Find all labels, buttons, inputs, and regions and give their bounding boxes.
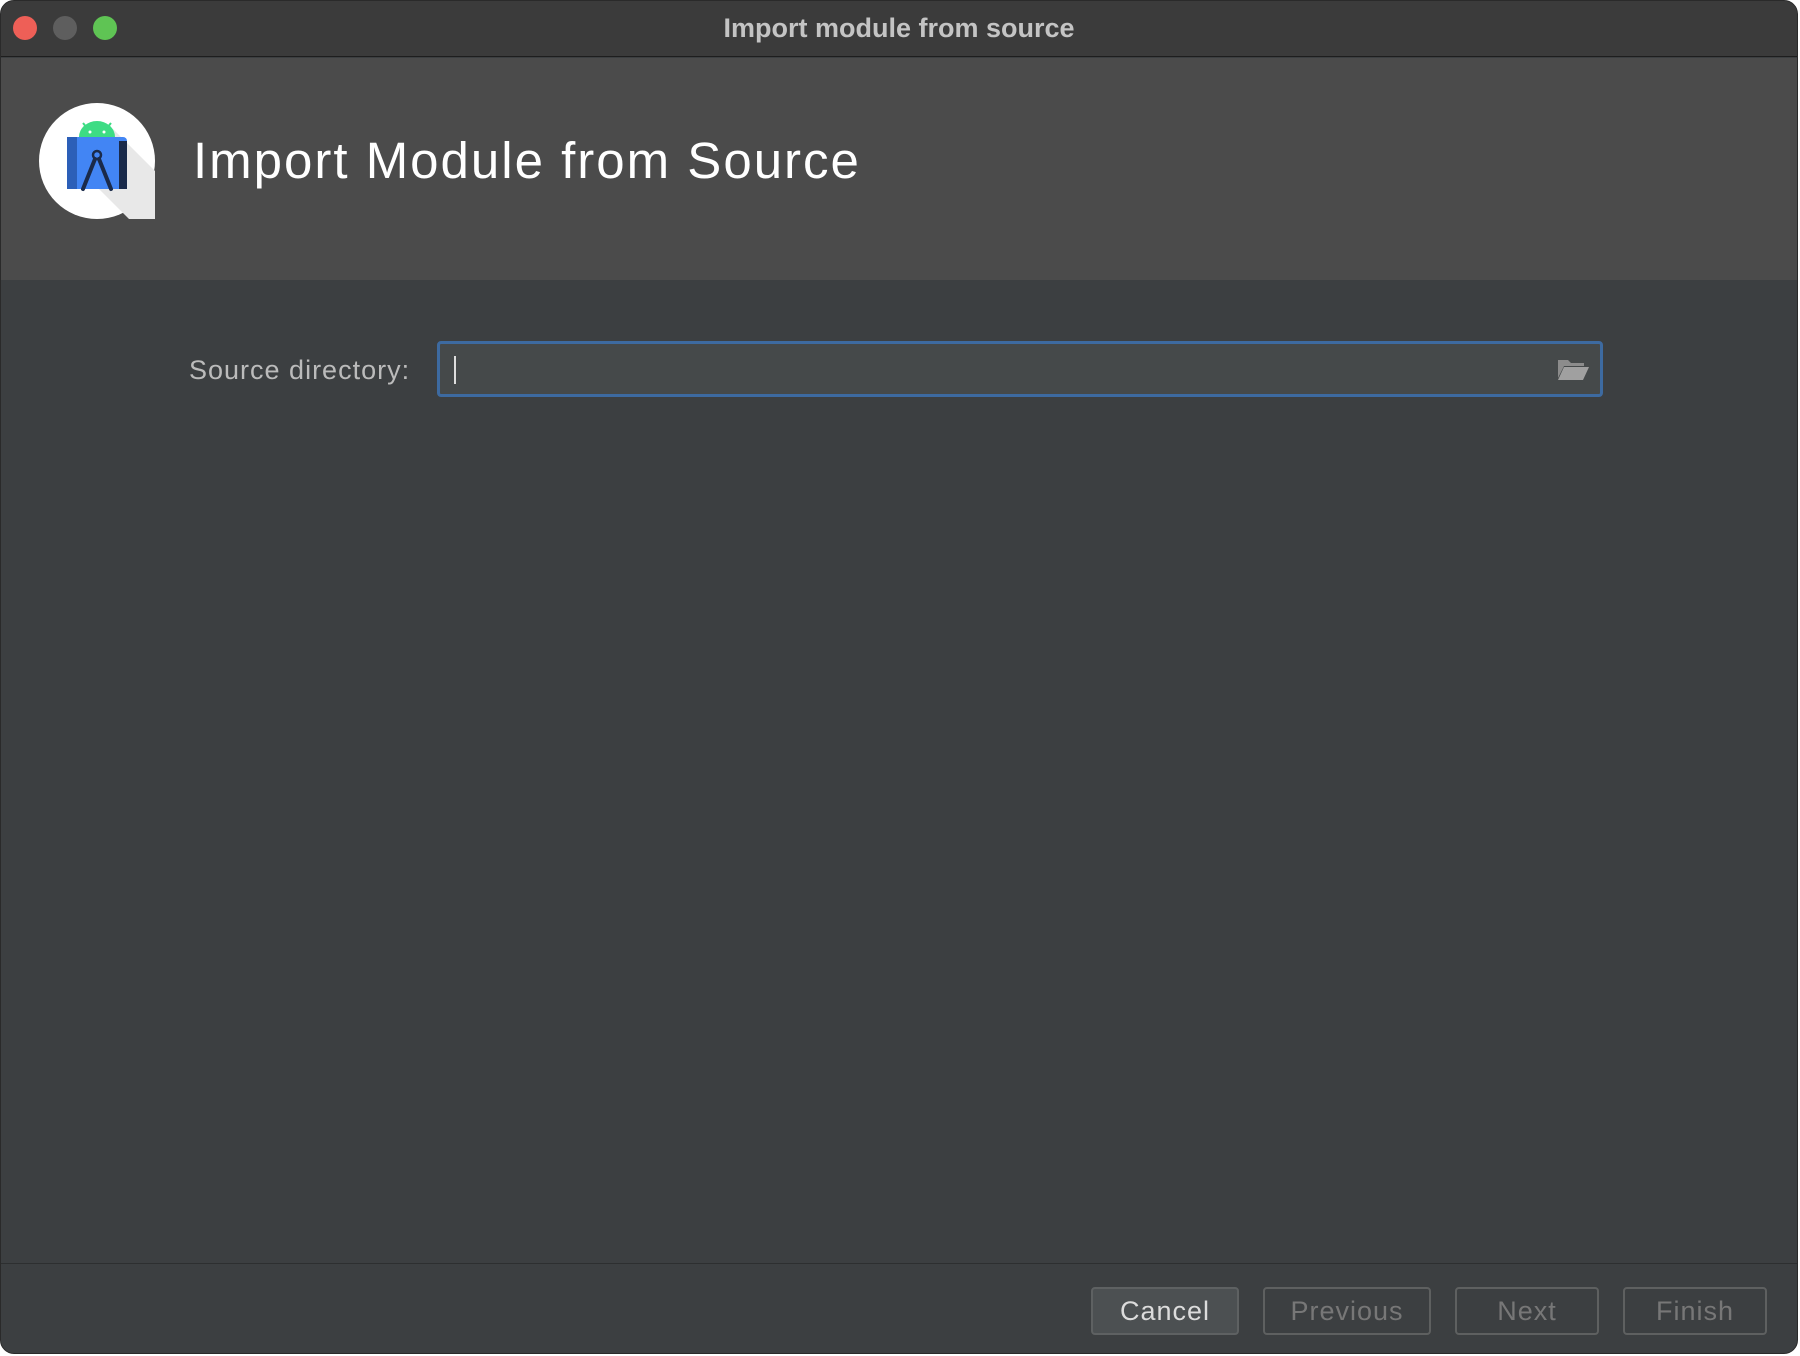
cancel-button[interactable]: Cancel: [1091, 1287, 1239, 1335]
footer-divider: [1, 1263, 1797, 1264]
next-button[interactable]: Next: [1455, 1287, 1599, 1335]
finish-button[interactable]: Finish: [1623, 1287, 1767, 1335]
folder-open-icon[interactable]: [1556, 356, 1590, 382]
previous-button[interactable]: Previous: [1263, 1287, 1431, 1335]
title-bar[interactable]: Import module from source: [1, 1, 1797, 57]
page-title: Import Module from Source: [193, 132, 861, 189]
dialog-window: Import module from source Import Module …: [0, 0, 1798, 1354]
window-title: Import module from source: [723, 13, 1075, 43]
text-caret: [454, 356, 456, 384]
source-directory-input[interactable]: [448, 344, 1538, 394]
source-directory-field[interactable]: [437, 341, 1603, 397]
source-directory-label: Source directory:: [189, 355, 411, 385]
android-studio-logo-icon: [39, 103, 155, 219]
header-banner: Import Module from Source: [1, 58, 1797, 280]
